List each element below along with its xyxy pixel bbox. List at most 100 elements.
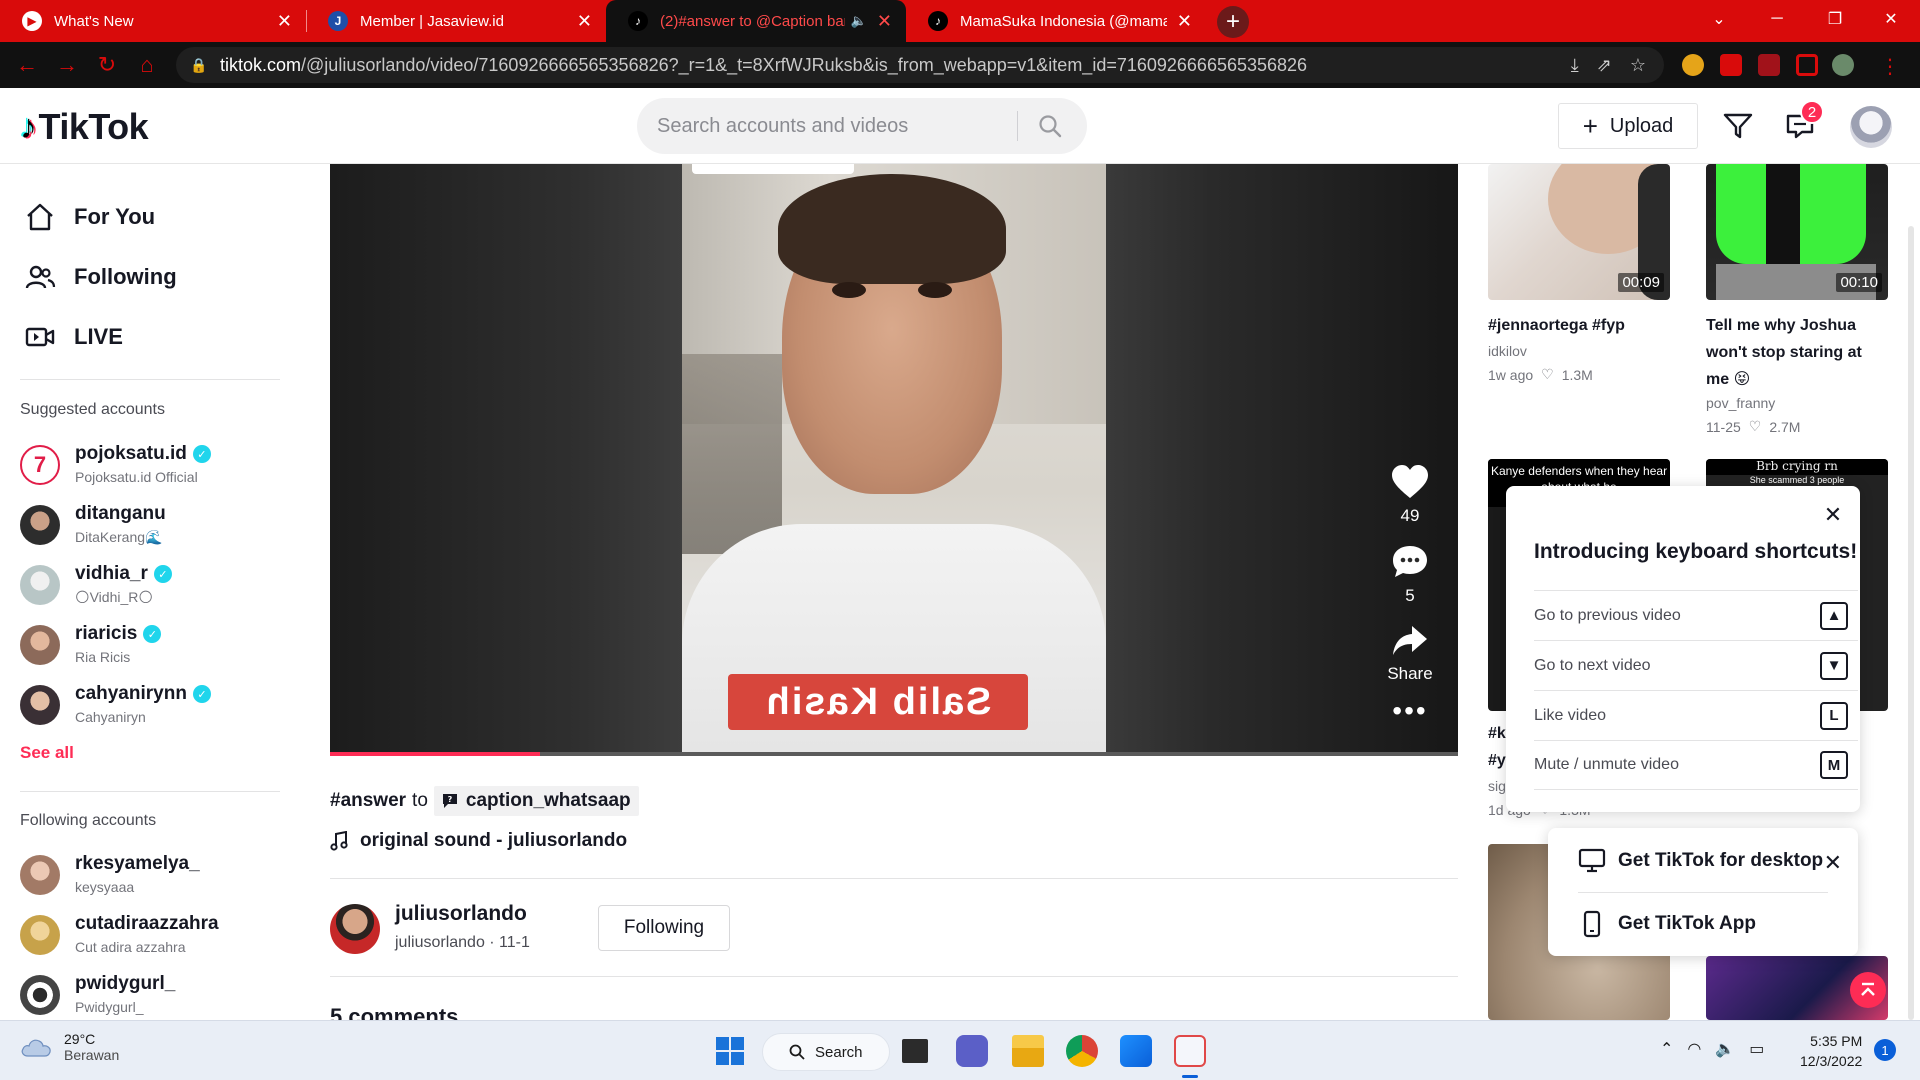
close-icon[interactable]: ✕ xyxy=(1177,11,1192,32)
back-to-top-button[interactable] xyxy=(1850,972,1886,1008)
suggested-account[interactable]: cahyanirynn ✓ Cahyaniryn xyxy=(20,681,280,733)
close-icon[interactable]: ✕ xyxy=(877,11,892,32)
messages-icon[interactable] xyxy=(1722,110,1754,142)
close-icon[interactable]: ✕ xyxy=(1824,850,1842,876)
related-video-title[interactable]: #k #y xyxy=(1488,720,1508,774)
wifi-icon[interactable]: ◠ xyxy=(1687,1039,1701,1059)
search-icon[interactable] xyxy=(1018,98,1082,154)
speaker-icon[interactable]: 🔈 xyxy=(851,13,867,29)
video-progress-bar[interactable] xyxy=(330,752,1458,756)
sidepanel-icon[interactable] xyxy=(1796,54,1818,76)
j-icon: J xyxy=(328,11,348,31)
music-note-icon xyxy=(330,831,348,851)
extension-icon[interactable] xyxy=(1682,54,1704,76)
tiktok-logo[interactable]: ♪ TikTok xyxy=(20,106,149,148)
extension-icon[interactable] xyxy=(1758,54,1780,76)
following-account[interactable]: pwidygurl_ Pwidygurl_ xyxy=(20,971,280,1020)
more-options-button[interactable]: ••• xyxy=(1392,697,1427,725)
get-desktop-link[interactable]: Get TikTok for desktop xyxy=(1578,848,1823,874)
volume-icon[interactable]: 🔈 xyxy=(1715,1039,1735,1059)
windows-start-icon[interactable] xyxy=(714,1035,746,1067)
battery-icon[interactable]: ▭ xyxy=(1749,1039,1764,1059)
search-bar xyxy=(637,98,1087,154)
file-explorer-icon[interactable] xyxy=(1012,1035,1044,1067)
taskbar-clock[interactable]: 5:35 PM 12/3/2022 xyxy=(1800,1031,1862,1071)
author-name[interactable]: juliusorlando xyxy=(395,902,527,926)
account-display-name: Cut adira azzahra xyxy=(75,939,186,955)
close-icon[interactable]: ✕ xyxy=(577,11,592,32)
shortcut-label: Like video xyxy=(1534,706,1607,724)
related-video-title[interactable]: Tell me why Joshua won't stop staring at… xyxy=(1706,312,1888,393)
like-button[interactable]: 49 xyxy=(1390,464,1430,526)
task-view-icon[interactable] xyxy=(902,1039,928,1063)
new-tab-button[interactable]: + xyxy=(1217,6,1249,38)
weather-widget[interactable]: 29°C Berawan xyxy=(20,1031,119,1063)
star-icon[interactable]: ☆ xyxy=(1630,55,1646,76)
browser-tab[interactable]: J Member | Jasaview.id ✕ xyxy=(306,0,606,42)
sound-link[interactable]: original sound - juliusorlando xyxy=(330,830,627,852)
related-video-title[interactable]: #jennaortega #fyp xyxy=(1488,312,1670,339)
taskbar-search[interactable]: Search xyxy=(762,1033,890,1071)
caption-mention[interactable]: ? caption_whatsaap xyxy=(433,786,639,816)
chevron-up-icon[interactable]: ⌃ xyxy=(1660,1039,1673,1059)
video-thumbnail[interactable]: 00:09 xyxy=(1488,164,1670,300)
window-close-button[interactable]: ✕ xyxy=(1862,0,1920,38)
snipping-tool-icon[interactable] xyxy=(1174,1035,1206,1067)
share-icon[interactable]: ⇗ xyxy=(1597,55,1612,76)
home-icon[interactable]: ⌂ xyxy=(134,52,160,78)
suggested-account[interactable]: 7 pojoksatu.id ✓ Pojoksatu.id Official xyxy=(20,441,280,493)
browser-tab[interactable]: ♪ MamaSuka Indonesia (@mamasu ✕ xyxy=(906,0,1206,42)
suggested-account[interactable]: riaricis ✓ Ria Ricis xyxy=(20,621,280,673)
user-avatar[interactable] xyxy=(1850,106,1892,148)
upload-button[interactable]: + Upload xyxy=(1558,103,1698,149)
photos-icon[interactable] xyxy=(1120,1035,1152,1067)
m-key-icon: M xyxy=(1820,751,1848,779)
account-display-name: Cahyaniryn xyxy=(75,709,146,725)
notification-badge[interactable]: 1 xyxy=(1874,1039,1896,1061)
search-input[interactable] xyxy=(637,98,1017,154)
sound-title: original sound - juliusorlando xyxy=(360,830,628,851)
see-all-link[interactable]: See all xyxy=(20,743,74,763)
tab-search-icon[interactable]: ⌄ xyxy=(1690,0,1748,38)
video-thumbnail[interactable]: 00:10 xyxy=(1706,164,1888,300)
browser-tab[interactable]: ▶ What's New ✕ xyxy=(0,0,306,42)
nav-following[interactable]: Following xyxy=(24,257,177,297)
following-button[interactable]: Following xyxy=(598,905,730,951)
close-icon[interactable]: ✕ xyxy=(277,11,292,32)
video-player[interactable]: Salib Kasih xyxy=(330,164,1458,756)
maximize-button[interactable]: ❐ xyxy=(1806,0,1864,38)
puzzle-icon[interactable] xyxy=(1720,54,1742,76)
popup-title: Introducing keyboard shortcuts! xyxy=(1534,540,1858,563)
close-icon[interactable]: ✕ xyxy=(1822,502,1844,527)
chrome-icon[interactable] xyxy=(1066,1035,1098,1067)
comment-button[interactable]: 5 xyxy=(1391,544,1429,606)
address-bar[interactable]: 🔒 tiktok.com/@juliusorlando/video/716092… xyxy=(176,47,1664,83)
author-avatar[interactable] xyxy=(330,904,380,954)
related-video-author[interactable]: sig xyxy=(1488,778,1506,794)
get-app-link[interactable]: Get TikTok App xyxy=(1578,910,1756,938)
suggested-account[interactable]: vidhia_r ✓ 🌕Vidhi_R🌕 xyxy=(20,561,280,613)
install-icon[interactable]: ⤓ xyxy=(1571,55,1579,76)
video-frame[interactable]: Salib Kasih xyxy=(682,164,1106,756)
kebab-menu-icon[interactable]: ⋮ xyxy=(1880,54,1902,78)
system-tray: ⌃ ◠ 🔈 ▭ xyxy=(1660,1039,1764,1059)
following-account[interactable]: rkesyamelya_ keysyaaa xyxy=(20,851,280,903)
minimize-button[interactable]: ─ xyxy=(1748,0,1806,38)
browser-tab-active[interactable]: ♪ (2)#answer to @Caption bar 🔈 ✕ xyxy=(606,0,906,42)
caption-hashtag[interactable]: #answer xyxy=(330,790,406,812)
forward-icon[interactable]: → xyxy=(54,52,80,78)
related-video-author[interactable]: pov_franny xyxy=(1706,395,1775,411)
following-account[interactable]: cutadiraazzahra Cut adira azzahra xyxy=(20,911,280,963)
nav-live[interactable]: LIVE xyxy=(24,317,123,357)
suggested-account[interactable]: ditanganu DitaKerang🌊 xyxy=(20,501,280,553)
back-icon[interactable]: ← xyxy=(14,52,40,78)
share-button[interactable]: Share xyxy=(1387,624,1433,684)
video-duration: 00:09 xyxy=(1618,273,1664,292)
related-video-author[interactable]: idkilov xyxy=(1488,343,1527,359)
profile-avatar[interactable] xyxy=(1832,54,1854,76)
teams-chat-icon[interactable] xyxy=(956,1035,988,1067)
reload-icon[interactable]: ↻ xyxy=(94,52,120,78)
nav-for-you[interactable]: For You xyxy=(24,197,155,237)
page-scrollbar[interactable] xyxy=(1908,226,1914,1020)
account-display-name: DitaKerang🌊 xyxy=(75,529,163,545)
